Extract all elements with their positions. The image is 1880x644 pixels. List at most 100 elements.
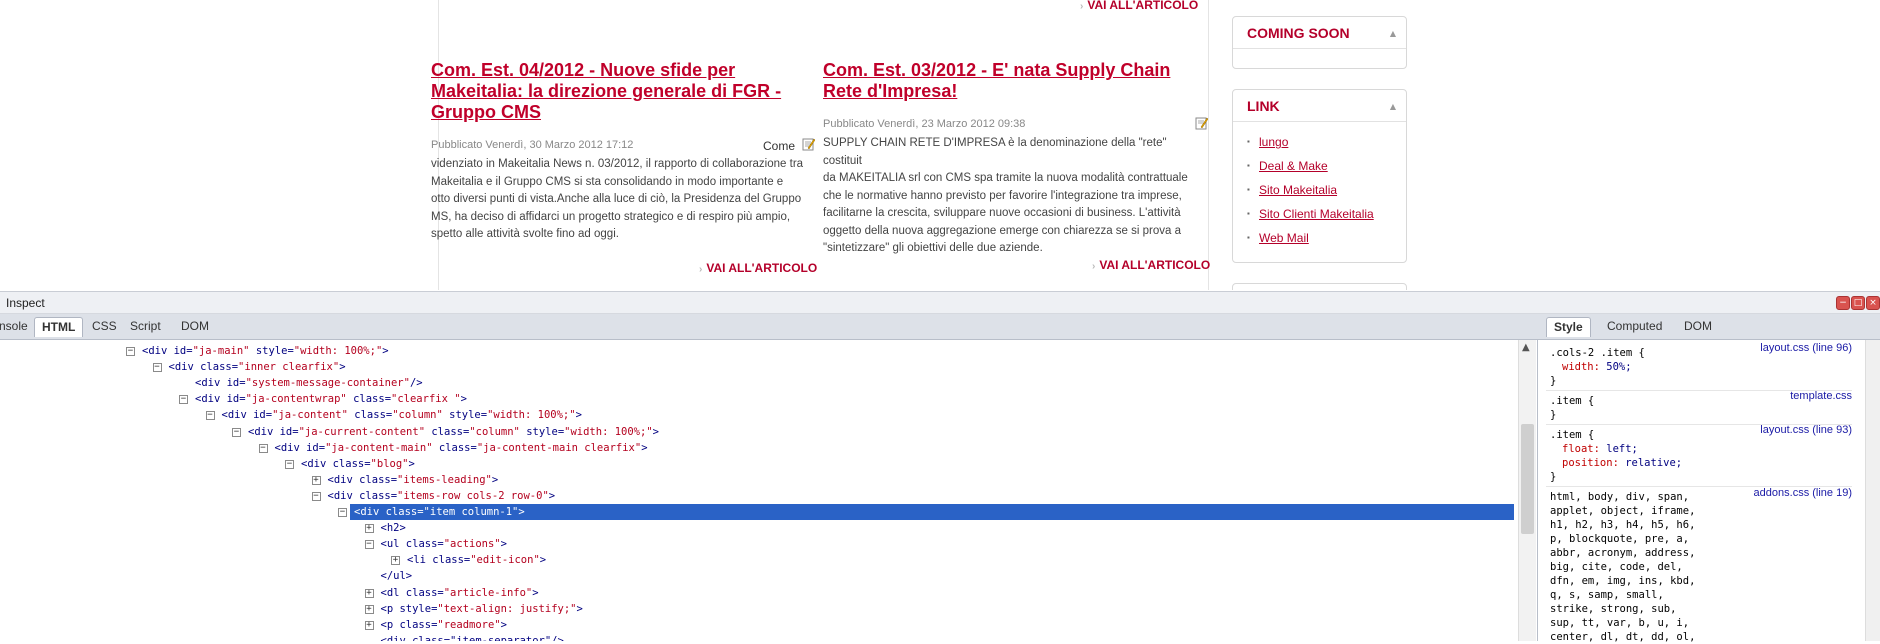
collapse-icon[interactable]: − bbox=[338, 508, 347, 517]
dom-node-row[interactable]: <div id="ja-main" style="width: 100%;"> bbox=[142, 343, 389, 359]
tab-html[interactable]: HTML bbox=[34, 317, 84, 337]
side-tabbar: Style Computed DOM bbox=[1540, 314, 1880, 340]
article-date: Pubblicato Venerdì, 23 Marzo 2012 09:38 bbox=[823, 118, 1026, 130]
dom-node-row[interactable]: <div id="system-message-container"/> bbox=[195, 375, 423, 391]
module-header[interactable]: COMING SOON ▲ bbox=[1233, 17, 1406, 49]
tab-script[interactable]: Script bbox=[123, 317, 168, 337]
collapse-icon[interactable]: − bbox=[285, 459, 294, 469]
dom-node-row[interactable]: <div class="item-separator"/> bbox=[381, 633, 564, 641]
arrow-right-icon: › bbox=[1092, 261, 1096, 272]
css-rule-end: } bbox=[1550, 471, 1557, 483]
dom-node-row[interactable]: <dl class="article-info"> bbox=[381, 585, 539, 601]
dom-node-row[interactable]: <div class="items-leading"> bbox=[328, 472, 499, 488]
collapse-icon[interactable]: − bbox=[205, 411, 215, 421]
css-source-link[interactable]: template.css bbox=[1790, 390, 1852, 402]
minimize-button[interactable]: − bbox=[1836, 296, 1850, 310]
collapse-icon[interactable]: ▲ bbox=[1390, 29, 1396, 38]
readmore-link[interactable]: › VAI ALL'ARTICOLO bbox=[699, 261, 817, 275]
article-excerpt: videnziato in Makeitalia News n. 03/2012… bbox=[431, 156, 821, 244]
style-scrollbar[interactable] bbox=[1865, 340, 1880, 641]
tab-console[interactable]: nsole bbox=[0, 317, 35, 337]
excerpt-line: spetto alle attività svolte fino ad oggi… bbox=[431, 228, 619, 240]
module-title: COMING SOON bbox=[1247, 25, 1350, 41]
dom-node-row[interactable]: <li class="edit-icon"> bbox=[407, 552, 546, 568]
css-selector: abbr, acronym, address, bbox=[1550, 547, 1696, 559]
dom-node-row[interactable]: <p style="text-align: justify;"> bbox=[381, 601, 583, 617]
css-source-link[interactable]: layout.css (line 93) bbox=[1760, 424, 1852, 436]
css-property[interactable]: float: left; bbox=[1562, 442, 1638, 456]
article-title-link[interactable]: Com. Est. 04/2012 - Nuove sfide per Make… bbox=[431, 60, 786, 123]
scrollbar-thumb[interactable] bbox=[1521, 424, 1534, 534]
expand-icon[interactable]: + bbox=[364, 620, 374, 630]
firebug-titlebar: Inspect − □ × bbox=[0, 291, 1880, 314]
maximize-button[interactable]: □ bbox=[1851, 296, 1865, 310]
arrow-right-icon: › bbox=[699, 264, 703, 275]
expand-icon[interactable]: + bbox=[364, 588, 374, 598]
css-selector: center, dl, dt, dd, ol, bbox=[1550, 631, 1696, 643]
tab-css[interactable]: CSS bbox=[85, 317, 124, 337]
edit-icon[interactable] bbox=[1195, 116, 1208, 130]
collapse-icon[interactable]: − bbox=[364, 540, 374, 550]
dom-node-row[interactable]: <div id="ja-content" class="column" styl… bbox=[222, 407, 582, 423]
article-title-link[interactable]: Com. Est. 03/2012 - E' nata Supply Chain… bbox=[823, 60, 1213, 102]
css-selector: h1, h2, h3, h4, h5, h6, bbox=[1550, 519, 1696, 531]
module-header[interactable]: LINK ▲ bbox=[1233, 90, 1406, 122]
link-sito-makeitalia[interactable]: Sito Makeitalia bbox=[1259, 183, 1337, 197]
collapse-icon[interactable]: − bbox=[232, 427, 241, 437]
expand-icon[interactable]: + bbox=[391, 556, 400, 566]
dom-node-row[interactable]: <ul class="actions"> bbox=[381, 536, 507, 552]
css-property[interactable]: width: 50%; bbox=[1562, 360, 1632, 374]
list-item: ▪ lungo bbox=[1247, 132, 1406, 156]
collapse-icon[interactable]: − bbox=[152, 363, 162, 373]
link-deal-make[interactable]: Deal & Make bbox=[1259, 159, 1328, 173]
expand-icon[interactable]: + bbox=[364, 524, 374, 534]
dom-node-row[interactable]: </ul> bbox=[381, 568, 413, 584]
dom-node-row[interactable]: <div class="items-row cols-2 row-0"> bbox=[328, 488, 556, 504]
css-selector: big, cite, code, del, bbox=[1550, 561, 1683, 573]
bullet-icon: ▪ bbox=[1247, 209, 1250, 218]
readmore-link-top[interactable]: › VAI ALL'ARTICOLO bbox=[1080, 0, 1198, 12]
css-selector: sup, tt, var, b, u, i, bbox=[1550, 617, 1690, 629]
content-right-border bbox=[1208, 0, 1209, 290]
tab-computed[interactable]: Computed bbox=[1600, 317, 1669, 337]
dom-node-row[interactable]: <div class="inner clearfix"> bbox=[169, 359, 346, 375]
collapse-icon[interactable]: − bbox=[258, 443, 268, 453]
link-sito-clienti[interactable]: Sito Clienti Makeitalia bbox=[1259, 207, 1374, 221]
css-source-link[interactable]: addons.css (line 19) bbox=[1754, 487, 1852, 499]
collapse-icon[interactable]: − bbox=[126, 347, 135, 356]
collapse-icon[interactable]: − bbox=[311, 491, 321, 501]
edit-icon[interactable] bbox=[802, 137, 815, 151]
dom-node-row[interactable]: <h2> bbox=[381, 520, 406, 536]
tab-side-dom[interactable]: DOM bbox=[1677, 317, 1719, 337]
selected-node-row[interactable]: <div class="item column-1"> bbox=[350, 504, 1514, 520]
link-lungo[interactable]: lungo bbox=[1259, 135, 1288, 149]
dom-node-row[interactable]: <div id="ja-content-main" class="ja-cont… bbox=[275, 440, 648, 456]
article-excerpt: SUPPLY CHAIN RETE D'IMPRESA è la denomin… bbox=[823, 135, 1208, 258]
excerpt-line: SUPPLY CHAIN RETE D'IMPRESA è la denomin… bbox=[823, 137, 1167, 167]
html-scrollbar[interactable]: ▲ bbox=[1518, 340, 1536, 641]
list-item: ▪ Sito Makeitalia bbox=[1247, 180, 1406, 204]
tab-style[interactable]: Style bbox=[1546, 317, 1591, 337]
css-property[interactable]: position: relative; bbox=[1562, 456, 1682, 470]
bullet-icon: ▪ bbox=[1247, 161, 1250, 170]
tab-dom[interactable]: DOM bbox=[174, 317, 216, 337]
collapse-icon[interactable]: − bbox=[179, 395, 188, 405]
excerpt-line: otto diversi punti di vista.Anche alla l… bbox=[431, 193, 802, 205]
expand-icon[interactable]: + bbox=[311, 475, 321, 485]
css-selector: .cols-2 .item { bbox=[1550, 347, 1645, 359]
module-title: LINK bbox=[1247, 98, 1280, 114]
scroll-up-icon[interactable]: ▲ bbox=[1522, 342, 1530, 353]
excerpt-line: oggetto della nuova aggregazione emerge … bbox=[823, 224, 1182, 237]
expand-icon[interactable]: + bbox=[364, 604, 374, 614]
link-web-mail[interactable]: Web Mail bbox=[1259, 231, 1309, 245]
dom-node-row[interactable]: <div id="ja-current-content" class="colu… bbox=[248, 424, 659, 440]
close-button[interactable]: × bbox=[1866, 296, 1880, 310]
collapse-icon[interactable]: ▲ bbox=[1390, 102, 1396, 111]
dom-node-row[interactable]: <p class="readmore"> bbox=[381, 617, 507, 633]
readmore-link[interactable]: › VAI ALL'ARTICOLO bbox=[1092, 258, 1210, 272]
excerpt-line: "sintetizzare" gli obiettivi delle due a… bbox=[823, 242, 1043, 254]
css-source-link[interactable]: layout.css (line 96) bbox=[1760, 342, 1852, 354]
dom-node-row[interactable]: <div class="blog"> bbox=[301, 456, 415, 472]
excerpt-line: MS, ha deciso di affidarci un progetto s… bbox=[431, 210, 791, 223]
dom-node-row[interactable]: <div id="ja-contentwrap" class="clearfix… bbox=[195, 391, 467, 407]
